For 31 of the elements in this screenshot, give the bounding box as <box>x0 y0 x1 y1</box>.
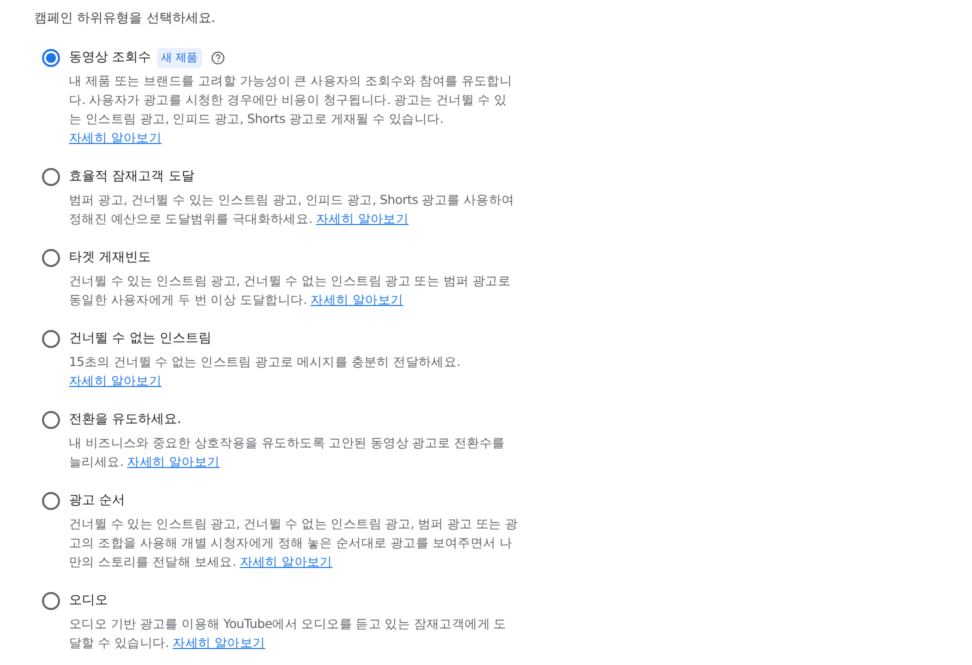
learn-more-link[interactable]: 자세히 알아보기 <box>127 454 220 469</box>
new-badge: 새 제품 <box>157 48 202 68</box>
learn-more-link[interactable]: 자세히 알아보기 <box>69 373 162 388</box>
option-label: 오디오 <box>69 592 108 610</box>
option-description: 건너뛸 수 있는 인스트림 광고, 건너뛸 수 없는 인스트림 광고, 범퍼 광고 또는 광고의 조합을 사용해 개별 시청자에게 정해 놓은 순서대로 광고를 보여주면서 나만의 스토리를 전달해 보세요. 자세히 알아보기 <box>69 515 519 571</box>
radio-button[interactable] <box>42 330 60 348</box>
option-description: 범퍼 광고, 건너뛸 수 있는 인스트림 광고, 인피드 광고, Shorts 광고를 사용하여 정해진 예산으로 도달범위를 극대화하세요. 자세히 알아보기 <box>69 191 516 228</box>
learn-more-link[interactable]: 자세히 알아보기 <box>240 554 332 569</box>
radio-button[interactable] <box>42 49 60 67</box>
option-description: 내 비즈니스와 중요한 상호작용을 유도하도록 고안된 동영상 광고로 전환수를 늘리세요. 자세히 알아보기 <box>69 434 506 471</box>
option-label: 건너뛸 수 없는 인스트림 <box>69 330 212 348</box>
radio-button[interactable] <box>42 492 60 510</box>
learn-more-link[interactable]: 자세히 알아보기 <box>172 635 266 650</box>
option-label: 동영상 조회수 <box>69 49 152 68</box>
radio-button[interactable] <box>42 168 60 186</box>
radio-button[interactable] <box>42 249 60 267</box>
radio-button[interactable] <box>42 592 60 610</box>
option-description: 내 제품 또는 브랜드를 고려할 가능성이 큰 사용자의 조회수와 참여를 유도합니다. 사용자가 광고를 시청한 경우에만 비용이 청구됩니다. 광고는 건너뛸 수 있는 인스트림 광고, 인피드 광고, Shorts 광고로 게재될 수 있습니다. 자세히 알아보기 <box>69 72 514 147</box>
option-label: 효율적 잠재고객 도달 <box>69 168 194 186</box>
option-description: 건너뛸 수 있는 인스트림 광고, 건너뛸 수 없는 인스트림 광고 또는 범퍼 광고로 동일한 사용자에게 두 번 이상 도달합니다. 자세히 알아보기 <box>69 272 512 309</box>
option-description: 15초의 건너뛸 수 없는 인스트림 광고로 메시지를 충분히 전달하세요. 자세히 알아보기 <box>69 353 462 390</box>
help-icon[interactable] <box>210 51 225 65</box>
learn-more-link[interactable]: 자세히 알아보기 <box>69 130 162 145</box>
option-label: 타겟 게재빈도 <box>69 249 152 268</box>
option-label: 전환을 유도하세요. <box>69 411 182 430</box>
option-description: 오디오 기반 광고를 이용해 YouTube에서 오디오를 듣고 있는 잠재고객에게 도달할 수 있습니다. 자세히 알아보기 <box>69 615 508 652</box>
option-label: 광고 순서 <box>69 492 126 510</box>
page-heading: 캠페인 하위유형을 선택하세요. <box>34 10 216 28</box>
radio-button[interactable] <box>42 411 60 429</box>
learn-more-link[interactable]: 자세히 알아보기 <box>310 292 404 307</box>
learn-more-link[interactable]: 자세히 알아보기 <box>316 211 409 226</box>
